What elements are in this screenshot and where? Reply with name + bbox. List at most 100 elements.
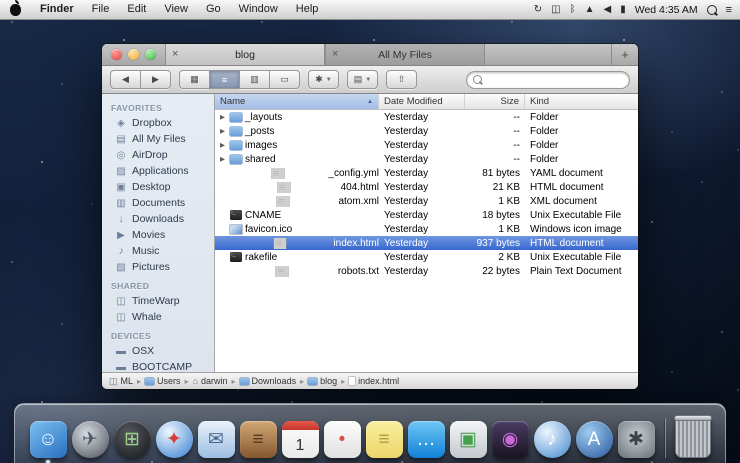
tab-close-icon[interactable]: ×: [172, 49, 184, 60]
arrange-menu-button[interactable]: ▤ ▼: [347, 70, 378, 89]
column-header-label: Name: [220, 96, 245, 107]
file-icon: [274, 238, 286, 249]
notes-dock-icon[interactable]: ≡: [366, 421, 403, 458]
sidebar-item-downloads[interactable]: ↓Downloads: [102, 211, 214, 227]
path-item-users[interactable]: Users: [145, 376, 181, 386]
file-row-favicon-ico[interactable]: favicon.icoYesterday1 KBWindows icon ima…: [215, 222, 638, 236]
file-row-shared[interactable]: ▶sharedYesterday--Folder: [215, 152, 638, 166]
system-preferences-dock-icon[interactable]: ✱: [618, 421, 655, 458]
photo-booth-dock-icon[interactable]: ◉: [492, 421, 529, 458]
column-header-kind[interactable]: Kind: [525, 94, 638, 109]
search-input[interactable]: [486, 73, 623, 86]
action-menu-button[interactable]: ✱ ▼: [308, 70, 339, 89]
menu-edit[interactable]: Edit: [118, 0, 155, 19]
finder-dock-icon[interactable]: ☺: [30, 421, 67, 458]
itunes-dock-icon[interactable]: ♪: [534, 421, 571, 458]
trash-dock-icon[interactable]: [675, 417, 711, 458]
back-button[interactable]: ◀: [110, 70, 140, 89]
tab-close-icon[interactable]: ×: [332, 49, 344, 60]
messages-dock-icon[interactable]: …: [408, 421, 445, 458]
sidebar-item-pictures[interactable]: ▧Pictures: [102, 259, 214, 275]
displays-icon[interactable]: ◫: [551, 4, 560, 15]
launchpad-dock-icon[interactable]: ✈: [72, 421, 109, 458]
menu-finder[interactable]: Finder: [31, 0, 83, 19]
tab-all-my-files[interactable]: ×All My Files: [325, 44, 485, 65]
calendar-dock-icon[interactable]: 1: [282, 421, 319, 458]
sidebar-item-all-my-files[interactable]: ▤All My Files: [102, 131, 214, 147]
file-row-cname[interactable]: CNAMEYesterday18 bytesUnix Executable Fi…: [215, 208, 638, 222]
battery-icon[interactable]: ▮: [620, 4, 626, 15]
bluetooth-icon[interactable]: ᛒ: [570, 4, 576, 15]
sidebar-section-devices: DEVICES: [102, 325, 214, 343]
contacts-dock-icon[interactable]: ≡: [240, 421, 277, 458]
sidebar-item-applications[interactable]: ▨Applications: [102, 163, 214, 179]
new-tab-button[interactable]: +: [611, 44, 638, 65]
folder-icon: [230, 155, 242, 164]
mission-control-dock-icon[interactable]: ⊞: [114, 421, 151, 458]
coverflow-view-button[interactable]: ▭: [269, 70, 300, 89]
dropbox-icon: ◈: [115, 118, 127, 129]
menu-window[interactable]: Window: [230, 0, 287, 19]
file-row-layouts[interactable]: ▶_layoutsYesterday--Folder: [215, 110, 638, 124]
forward-button[interactable]: ▶: [140, 70, 171, 89]
notification-center-icon[interactable]: ≡: [726, 4, 732, 16]
file-size: 81 bytes: [465, 168, 525, 179]
sidebar-item-documents[interactable]: ▥Documents: [102, 195, 214, 211]
search-field[interactable]: [466, 71, 630, 89]
volume-icon[interactable]: ◀: [604, 4, 612, 15]
file-row-config-yml[interactable]: _config.ymlYesterday81 bytesYAML documen…: [215, 166, 638, 180]
exec-icon: [230, 252, 242, 262]
reminders-dock-icon[interactable]: •: [324, 421, 361, 458]
menu-file[interactable]: File: [83, 0, 119, 19]
menu-clock[interactable]: Wed 4:35 AM: [635, 4, 698, 16]
mail-dock-icon[interactable]: ✉: [198, 421, 235, 458]
sidebar-item-dropbox[interactable]: ◈Dropbox: [102, 115, 214, 131]
menu-help[interactable]: Help: [287, 0, 328, 19]
file-row-posts[interactable]: ▶_postsYesterday--Folder: [215, 124, 638, 138]
sidebar-item-desktop[interactable]: ▣Desktop: [102, 179, 214, 195]
list-view-button[interactable]: ≡: [209, 70, 239, 89]
sidebar-item-music[interactable]: ♪Music: [102, 243, 214, 259]
file-row-images[interactable]: ▶imagesYesterday--Folder: [215, 138, 638, 152]
column-view-button[interactable]: ▥: [239, 70, 269, 89]
sidebar-item-bootcamp[interactable]: ▬BOOTCAMP: [102, 359, 214, 372]
column-header-size[interactable]: Size: [465, 94, 525, 109]
path-item-blog[interactable]: blog: [308, 376, 337, 386]
zoom-window-button[interactable]: [145, 49, 156, 60]
sidebar-item-timewarp[interactable]: ◫TimeWarp: [102, 293, 214, 309]
column-header-date-modified[interactable]: Date Modified: [379, 94, 465, 109]
share-button[interactable]: ⇧: [386, 70, 417, 89]
file-row-robots-txt[interactable]: robots.txtYesterday22 bytesPlain Text Do…: [215, 264, 638, 278]
file-name: rakefile: [245, 252, 277, 263]
path-item-index-html[interactable]: index.html: [349, 376, 399, 386]
file-kind: XML document: [525, 196, 638, 207]
file-row-index-html[interactable]: index.htmlYesterday937 bytesHTML documen…: [215, 236, 638, 250]
column-header-name[interactable]: Name▲: [215, 94, 379, 109]
path-item-downloads[interactable]: Downloads: [240, 376, 297, 386]
path-item-darwin[interactable]: ⌂darwin: [193, 376, 228, 386]
path-item-ml[interactable]: ◫ML: [109, 376, 133, 387]
sidebar-item-label: Music: [132, 245, 159, 257]
minimize-window-button[interactable]: [128, 49, 139, 60]
app-store-dock-icon[interactable]: A: [576, 421, 613, 458]
close-window-button[interactable]: [111, 49, 122, 60]
facetime-dock-icon[interactable]: ▣: [450, 421, 487, 458]
icon-view-button[interactable]: ▦: [179, 70, 209, 89]
file-row-atom-xml[interactable]: atom.xmlYesterday1 KBXML document: [215, 194, 638, 208]
file-size: 1 KB: [465, 224, 525, 235]
sync-icon[interactable]: ↻: [534, 4, 542, 15]
safari-dock-icon[interactable]: ✦: [156, 421, 193, 458]
tab-blog[interactable]: ×blog: [165, 44, 325, 65]
spotlight-icon[interactable]: [707, 5, 717, 15]
apple-menu-icon[interactable]: [10, 4, 21, 16]
sidebar-item-osx[interactable]: ▬OSX: [102, 343, 214, 359]
wifi-icon[interactable]: ▲: [585, 4, 595, 15]
sidebar-item-movies[interactable]: ▶Movies: [102, 227, 214, 243]
menu-go[interactable]: Go: [197, 0, 230, 19]
sidebar-item-whale[interactable]: ◫Whale: [102, 309, 214, 325]
file-row-rakefile[interactable]: rakefileYesterday2 KBUnix Executable Fil…: [215, 250, 638, 264]
tab-bar: ×blog×All My Files +: [102, 44, 638, 66]
file-row-404-html[interactable]: 404.htmlYesterday21 KBHTML document: [215, 180, 638, 194]
menu-view[interactable]: View: [155, 0, 197, 19]
sidebar-item-airdrop[interactable]: ◎AirDrop: [102, 147, 214, 163]
